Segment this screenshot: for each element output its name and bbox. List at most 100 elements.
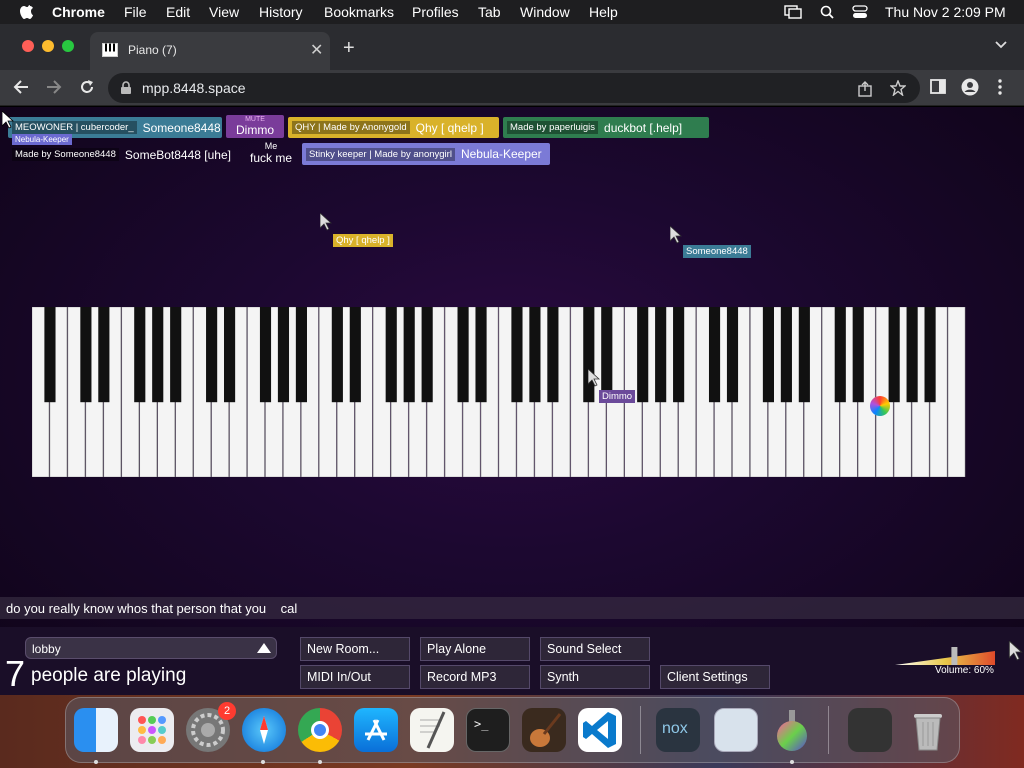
volume-knob[interactable] xyxy=(951,647,958,665)
black-key[interactable] xyxy=(421,307,433,403)
black-key[interactable] xyxy=(655,307,667,403)
menu-edit[interactable]: Edit xyxy=(166,4,190,20)
reload-icon[interactable] xyxy=(78,78,96,96)
black-key[interactable] xyxy=(385,307,397,403)
share-icon[interactable] xyxy=(858,81,872,97)
black-key[interactable] xyxy=(924,307,936,403)
participant-dimmo[interactable]: MUTE Dimmo xyxy=(226,115,284,138)
participant-qhy[interactable]: QHY | Made by Anonygold Qhy [ qhelp ] xyxy=(288,117,499,138)
participant-duckbot[interactable]: Made by paperluigis duckbot [.help] xyxy=(503,117,709,138)
textedit-icon[interactable] xyxy=(410,708,454,752)
finder-icon[interactable] xyxy=(74,708,118,752)
black-key[interactable] xyxy=(134,307,146,403)
menu-history[interactable]: History xyxy=(259,4,303,20)
black-key[interactable] xyxy=(259,307,272,403)
menu-window[interactable]: Window xyxy=(520,4,570,20)
black-key[interactable] xyxy=(403,307,415,403)
garageband-icon[interactable] xyxy=(522,708,566,752)
control-center-icon[interactable] xyxy=(852,5,868,19)
back-arrow-icon[interactable] xyxy=(12,78,30,96)
client-settings-button[interactable]: Client Settings xyxy=(660,665,770,689)
black-key[interactable] xyxy=(98,307,110,403)
menu-file[interactable]: File xyxy=(124,4,147,20)
sound-select-button[interactable]: Sound Select xyxy=(540,637,650,661)
black-key[interactable] xyxy=(277,307,290,403)
black-key[interactable] xyxy=(349,307,361,403)
profile-icon[interactable] xyxy=(961,78,979,96)
new-tab-icon[interactable]: + xyxy=(343,37,355,60)
black-key[interactable] xyxy=(511,307,523,403)
chat-input[interactable]: do you really know whos that person that… xyxy=(6,601,297,616)
launchpad-icon[interactable] xyxy=(130,708,174,752)
tab-search-chevron-icon[interactable] xyxy=(994,40,1008,50)
black-key[interactable] xyxy=(44,307,56,403)
black-key[interactable] xyxy=(80,307,92,403)
system-settings-icon[interactable]: 2 xyxy=(186,702,236,752)
black-key[interactable] xyxy=(475,307,487,403)
black-key[interactable] xyxy=(331,307,343,403)
app-store-icon[interactable] xyxy=(354,708,398,752)
vscode-icon[interactable] xyxy=(578,708,622,752)
terminal-icon[interactable]: >_ xyxy=(466,708,510,752)
menu-tab[interactable]: Tab xyxy=(478,4,501,20)
record-mp3-button[interactable]: Record MP3 xyxy=(420,665,530,689)
chrome-icon[interactable] xyxy=(298,708,342,752)
black-key[interactable] xyxy=(637,307,649,403)
room-dropdown-arrow-icon[interactable] xyxy=(256,641,272,655)
black-key[interactable] xyxy=(762,307,774,403)
white-key[interactable] xyxy=(947,306,966,478)
black-key[interactable] xyxy=(726,307,739,403)
apple-icon[interactable] xyxy=(20,2,34,20)
black-key[interactable] xyxy=(457,307,469,403)
menu-bookmarks[interactable]: Bookmarks xyxy=(324,4,394,20)
menu-view[interactable]: View xyxy=(209,4,239,20)
black-key[interactable] xyxy=(529,307,541,403)
black-key[interactable] xyxy=(224,307,236,403)
black-key[interactable] xyxy=(152,307,164,403)
new-room-button[interactable]: New Room... xyxy=(300,637,410,661)
forward-arrow-icon[interactable] xyxy=(45,78,63,96)
black-key[interactable] xyxy=(295,307,307,403)
black-key[interactable] xyxy=(601,307,613,403)
volume-slider[interactable]: Volume: 60% xyxy=(895,645,995,676)
piano-keyboard[interactable] xyxy=(31,306,966,478)
menu-profiles[interactable]: Profiles xyxy=(412,4,459,20)
safari-icon[interactable] xyxy=(242,708,286,752)
menu-clock[interactable]: Thu Nov 2 2:09 PM xyxy=(885,4,1006,20)
black-key[interactable] xyxy=(780,307,792,403)
lock-icon[interactable] xyxy=(120,81,132,95)
potion-icon[interactable] xyxy=(770,708,814,752)
nox-icon[interactable]: nox xyxy=(656,708,700,752)
black-key[interactable] xyxy=(852,307,864,403)
participant-somebot8448[interactable]: Made by Someone8448 SomeBot8448 [uhe] xyxy=(8,144,238,165)
midi-in-out-button[interactable]: MIDI In/Out xyxy=(300,665,410,689)
window-close-button[interactable] xyxy=(22,40,34,52)
menu-help[interactable]: Help xyxy=(589,4,618,20)
black-key[interactable] xyxy=(798,307,810,403)
play-alone-button[interactable]: Play Alone xyxy=(420,637,530,661)
black-key[interactable] xyxy=(906,307,918,403)
room-selector[interactable]: lobby xyxy=(25,637,277,659)
trash-icon[interactable] xyxy=(906,708,950,752)
stack-icon[interactable] xyxy=(848,708,892,752)
chat-bar[interactable]: do you really know whos that person that… xyxy=(0,597,1024,619)
participant-nebula-keeper[interactable]: Stinky keeper | Made by anonygirl Nebula… xyxy=(302,143,550,165)
black-key[interactable] xyxy=(673,307,685,403)
more-menu-icon[interactable] xyxy=(996,78,1004,96)
window-zoom-button[interactable] xyxy=(62,40,74,52)
piano-keys[interactable] xyxy=(31,306,966,478)
black-key[interactable] xyxy=(170,307,182,403)
black-key[interactable] xyxy=(708,307,721,403)
spotlight-search-icon[interactable] xyxy=(820,5,834,19)
menu-app-name[interactable]: Chrome xyxy=(52,4,105,20)
screen-mirroring-icon[interactable] xyxy=(784,5,802,19)
black-key[interactable] xyxy=(206,307,218,403)
tab-close-icon[interactable]: ✕ xyxy=(310,40,323,60)
black-key[interactable] xyxy=(583,307,595,403)
preview-icon[interactable] xyxy=(714,708,758,752)
black-key[interactable] xyxy=(547,307,559,403)
black-key[interactable] xyxy=(888,307,900,403)
bookmark-star-icon[interactable] xyxy=(890,80,906,96)
black-key[interactable] xyxy=(834,307,846,403)
address-bar[interactable]: mpp.8448.space xyxy=(108,73,920,103)
